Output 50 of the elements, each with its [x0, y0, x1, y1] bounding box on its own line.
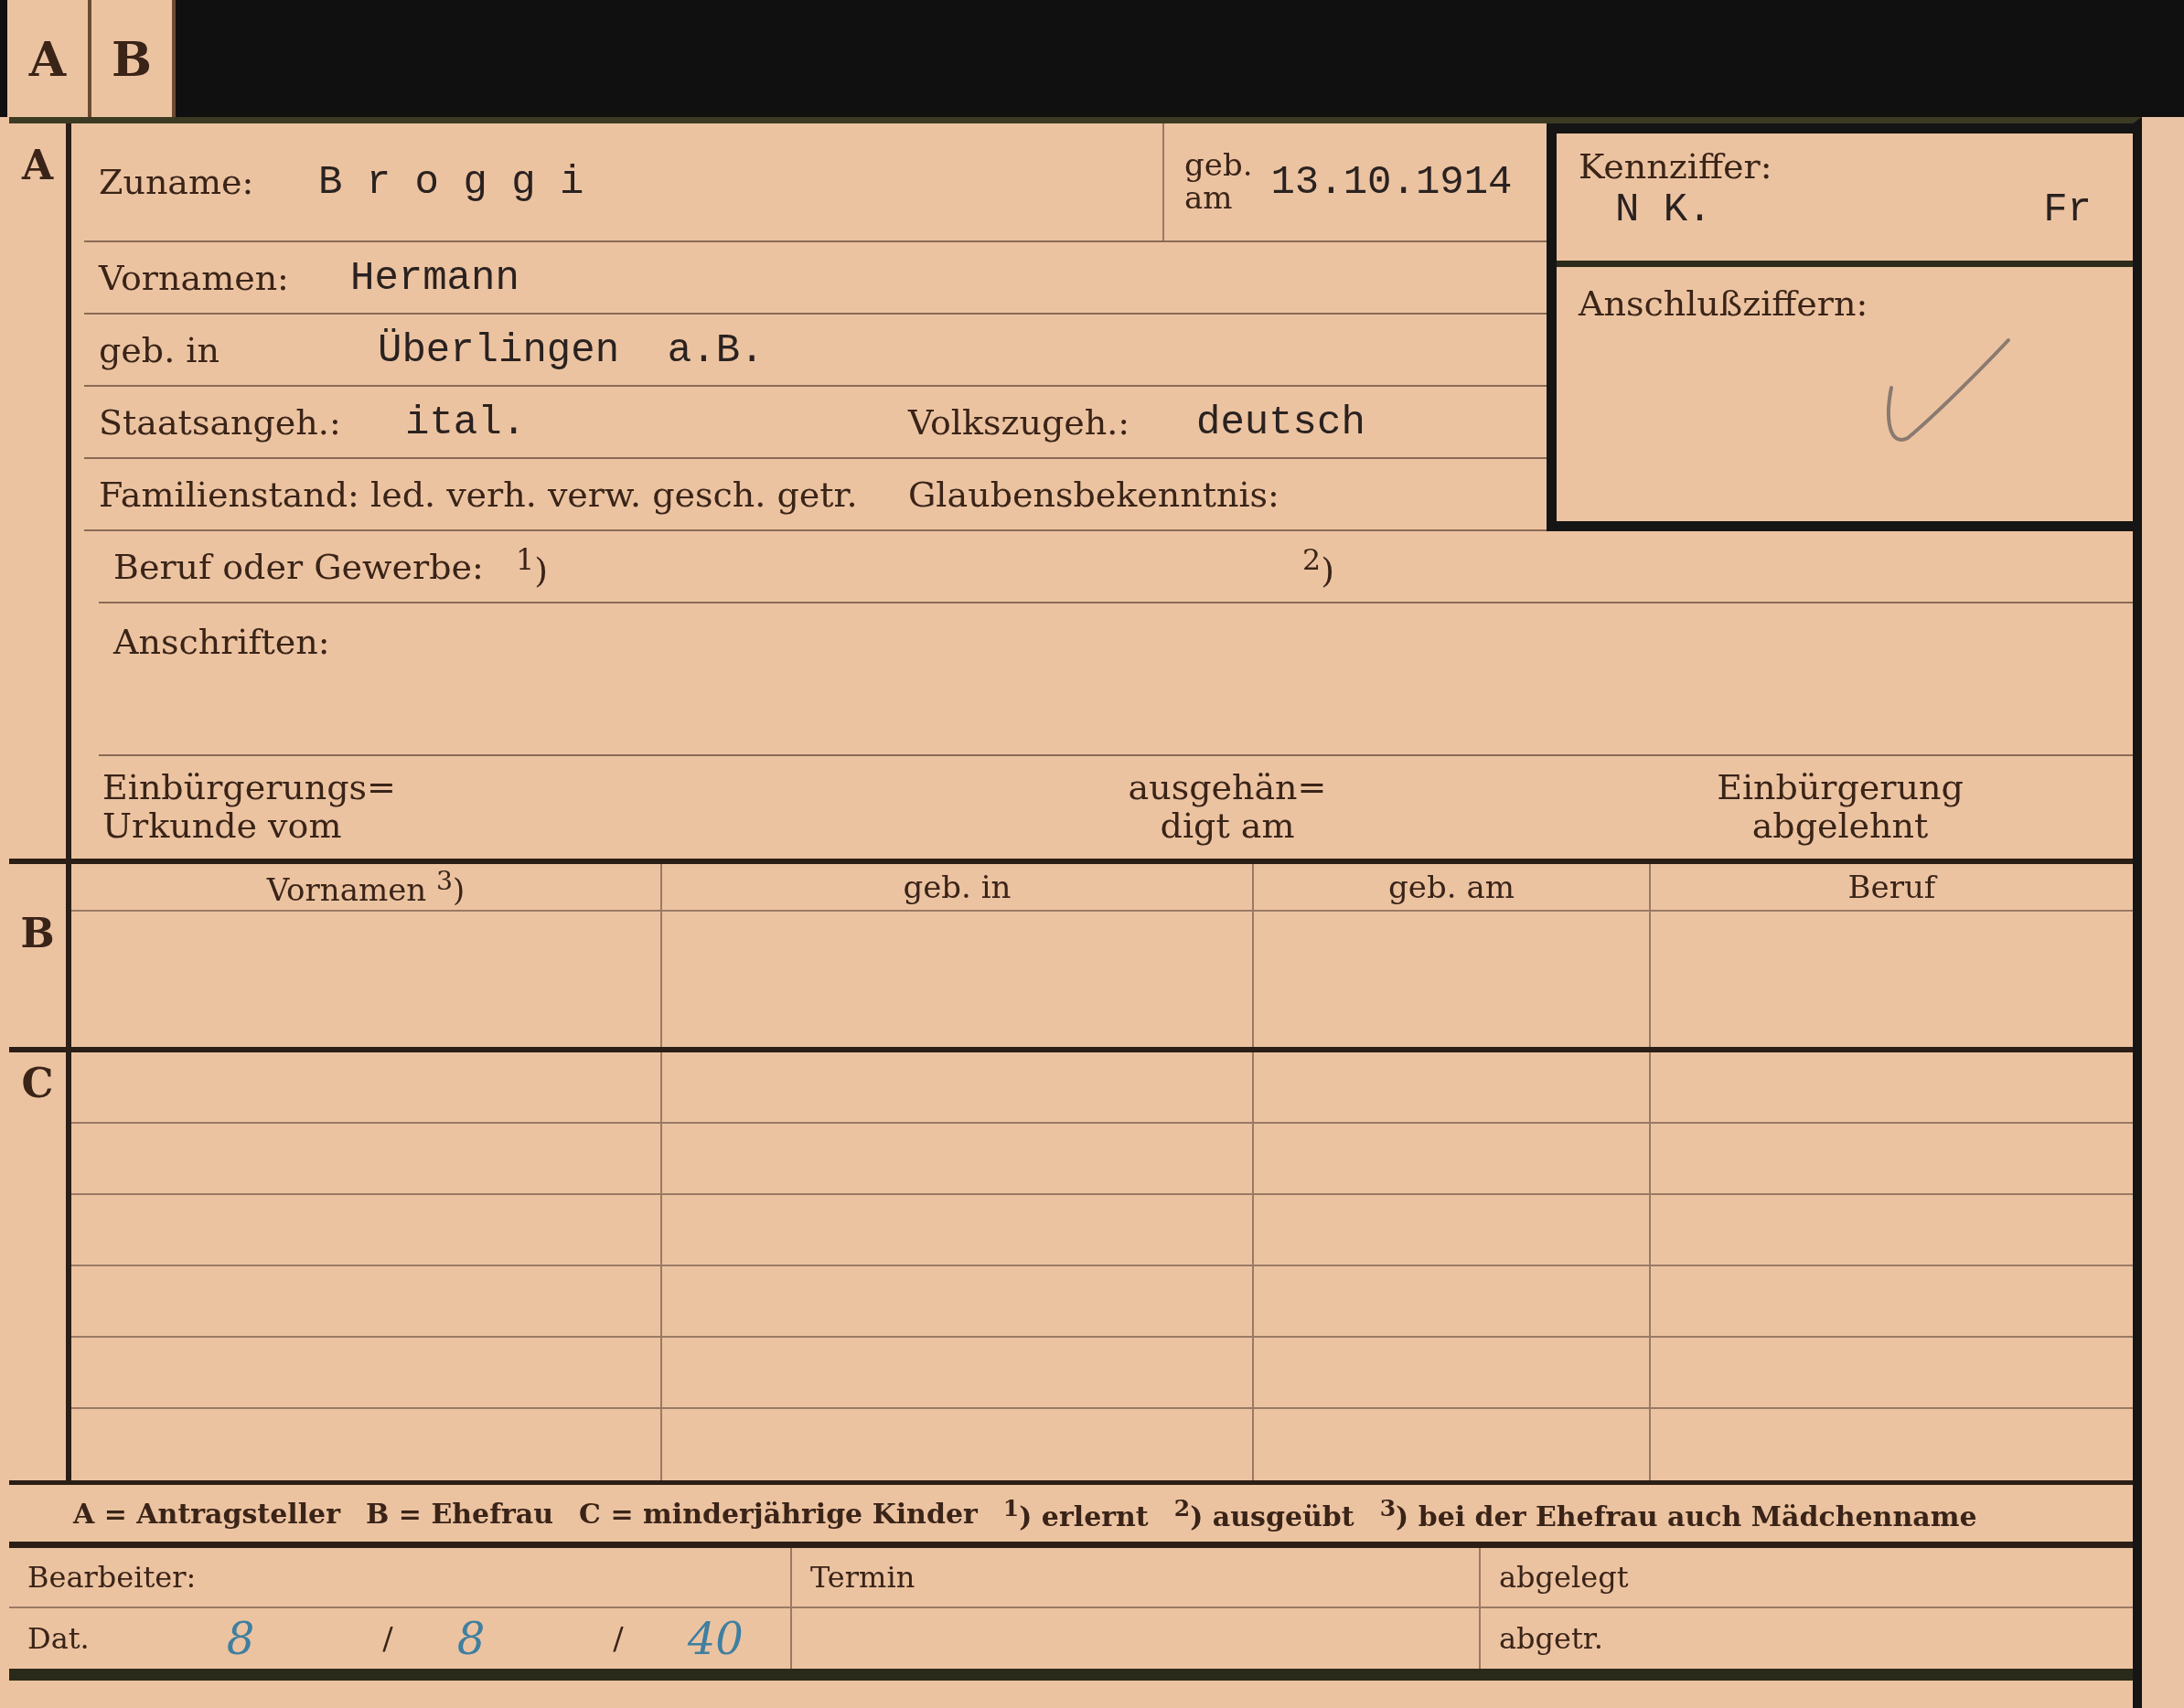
legend-text: A = Antragsteller	[73, 1497, 340, 1530]
field-label: geb. in	[99, 329, 220, 370]
field-value: Überlingen a.B.	[378, 326, 765, 373]
field-label: Dat.	[27, 1621, 90, 1656]
field-label: Staatsangeh.:	[99, 401, 342, 443]
column-header: geb. am	[1254, 864, 1651, 912]
legend-text: C = minderjährige Kinder	[579, 1497, 978, 1530]
field-value: Hermann	[350, 254, 520, 301]
field-label: Termin	[810, 1560, 915, 1595]
field-label: Glaubensbekenntnis:	[908, 474, 1280, 515]
footnote-mark: $^{2}$)	[1302, 542, 1335, 591]
field-label: Volkszugeh.:	[908, 401, 1131, 443]
column-header: Beruf	[1651, 864, 2133, 912]
card-tab[interactable]: B	[91, 0, 176, 117]
field-label: Vornamen:	[99, 257, 290, 298]
field-value: N K.	[1615, 187, 1712, 232]
section-letter: B	[9, 864, 71, 1047]
field-label: ausgehän= digt am	[1127, 769, 1328, 846]
field-label: Einbürgerungs= Urkunde vom	[102, 769, 397, 846]
legend-text: $^{1}$) erlernt	[1002, 1494, 1149, 1532]
footnote-mark: $^{1}$)	[516, 542, 549, 591]
legend-text: $^{2}$) ausgeübt	[1173, 1494, 1354, 1532]
field-label: abgelegt	[1499, 1560, 1629, 1595]
handwritten-date: 8	[226, 1613, 255, 1664]
field-value: deutsch	[1196, 399, 1366, 445]
field-label: Bearbeiter:	[27, 1560, 197, 1595]
card-tab[interactable]: A	[7, 0, 91, 117]
legend-text: $^{3}$) bei der Ehefrau auch Mädchenname	[1379, 1494, 1977, 1532]
field-label: Anschlußziffern:	[1579, 283, 1869, 324]
section-letter: A	[9, 123, 71, 859]
field-label: Zuname:	[99, 162, 255, 202]
date-separator: /	[613, 1620, 624, 1657]
section-letter: C	[9, 1052, 71, 1480]
date-separator: /	[382, 1620, 393, 1657]
handwritten-date: 40	[687, 1613, 744, 1664]
field-value: 13.10.1914	[1270, 159, 1513, 205]
handwritten-date: 8	[456, 1613, 486, 1664]
field-label: Einbürgerung abgelehnt	[1716, 769, 1965, 846]
column-header: Vornamen $^{3}$)	[71, 864, 662, 912]
field-label: Anschriften:	[113, 622, 331, 662]
field-value: Fr	[2043, 187, 2092, 232]
column-header: geb. in	[662, 864, 1254, 912]
field-label: Kennziffer:	[1579, 146, 1773, 187]
field-value: ital.	[405, 399, 528, 445]
field-value: B r o g g i	[318, 159, 585, 205]
legend-text: B = Ehefrau	[366, 1497, 554, 1530]
field-label: Beruf oder Gewerbe:	[113, 546, 485, 587]
field-label: abgetr.	[1499, 1621, 1603, 1656]
field-label: geb. am	[1184, 149, 1253, 215]
field-label: Familienstand: led. verh. verw. gesch. getr.	[99, 474, 859, 515]
